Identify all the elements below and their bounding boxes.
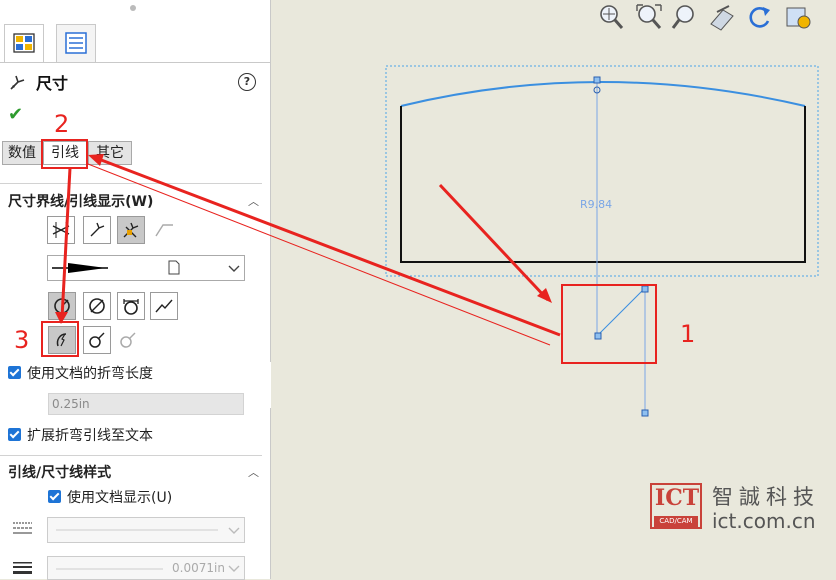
selected-arc[interactable]	[400, 81, 806, 107]
annotation-arrow	[438, 183, 550, 302]
watermark-url: ict.com.cn	[712, 509, 816, 533]
drawing-svg	[55, 65, 819, 417]
watermark-company: 智誠科技	[712, 485, 820, 509]
step-number-2: 2	[54, 110, 70, 138]
annotation-arrow	[60, 167, 72, 319]
part-outline	[400, 106, 806, 263]
watermark-logo-text: ICT	[654, 485, 700, 511]
highlight-box-3	[41, 321, 79, 357]
dimension-text[interactable]: R9.84	[580, 198, 612, 211]
watermark-logo-sub: CAD/CAM	[654, 516, 698, 527]
handle-point[interactable]	[641, 409, 649, 417]
step-number-3: 3	[14, 326, 30, 354]
handle-point[interactable]	[593, 76, 601, 84]
highlight-box-2	[41, 139, 88, 169]
annotation-arrowhead	[88, 154, 104, 166]
watermark-logo: ICT CAD/CAM	[650, 483, 702, 529]
step-number-1: 1	[680, 320, 696, 348]
annotation-arrow	[95, 156, 561, 337]
annotation-guide-line	[87, 163, 551, 346]
highlight-box-1	[561, 284, 657, 364]
selection-box	[385, 65, 819, 277]
